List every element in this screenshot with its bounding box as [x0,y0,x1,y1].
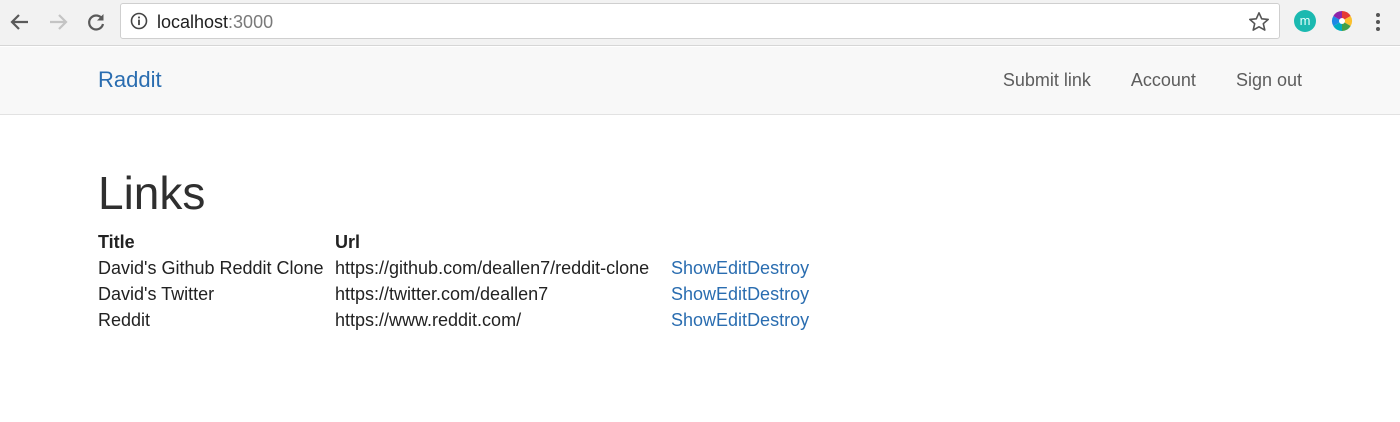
color-wheel-extension-icon[interactable] [1331,10,1353,32]
browser-menu-icon[interactable] [1369,11,1387,33]
show-link[interactable]: Show [671,310,716,330]
link-url: https://twitter.com/deallen7 [335,284,549,304]
edit-link[interactable]: Edit [716,310,747,330]
link-url: https://www.reddit.com/ [335,310,522,330]
address-url[interactable]: localhost:3000 [157,12,273,32]
bookmark-star-icon[interactable] [1247,10,1271,34]
extension-m-icon[interactable]: m [1294,10,1316,32]
table-header-row: Title Url [98,229,809,255]
link-title: David's Github Reddit Clone [98,258,324,278]
column-header-url: Url [335,232,361,252]
forward-button[interactable] [45,9,71,35]
url-port: :3000 [228,12,274,32]
link-url: https://github.com/deallen7/reddit-clone [335,258,650,278]
edit-link[interactable]: Edit [716,258,747,278]
reload-button[interactable] [83,9,109,35]
arrow-left-icon [10,14,28,30]
row-actions: ShowEditDestroy [671,307,809,333]
browser-toolbar: localhost:3000 m [0,0,1400,46]
reload-icon [88,14,105,31]
arrow-right-icon [50,14,68,30]
url-host: localhost [157,12,229,32]
destroy-link[interactable]: Destroy [747,284,809,304]
back-button[interactable] [7,9,33,35]
table-row: David's Github Reddit Clone https://gith… [98,255,809,281]
address-bar[interactable]: localhost:3000 [120,3,1280,39]
app-navbar: Raddit Submit link Account Sign out [0,47,1400,115]
links-table: Title Url David's Github Reddit Clone ht… [98,229,809,333]
main-content: Links Title Url David's Github Reddit Cl… [98,165,809,333]
account-nav[interactable]: Account [1131,69,1196,91]
page-title: Links [98,167,206,219]
column-header-actions [671,229,809,255]
show-link[interactable]: Show [671,258,716,278]
link-title: Reddit [98,310,151,330]
submit-link-nav[interactable]: Submit link [1003,69,1091,91]
row-actions: ShowEditDestroy [671,255,809,281]
destroy-link[interactable]: Destroy [747,310,809,330]
table-row: David's Twitter https://twitter.com/deal… [98,281,809,307]
navbar-links: Submit link Account Sign out [1003,69,1302,91]
column-header-title: Title [98,232,135,252]
sign-out-nav[interactable]: Sign out [1236,69,1302,91]
destroy-link[interactable]: Destroy [747,258,809,278]
edit-link[interactable]: Edit [716,284,747,304]
link-title: David's Twitter [98,284,215,304]
table-row: Reddit https://www.reddit.com/ ShowEditD… [98,307,809,333]
info-icon[interactable] [130,12,148,30]
show-link[interactable]: Show [671,284,716,304]
brand-link[interactable]: Raddit [98,67,162,93]
row-actions: ShowEditDestroy [671,281,809,307]
